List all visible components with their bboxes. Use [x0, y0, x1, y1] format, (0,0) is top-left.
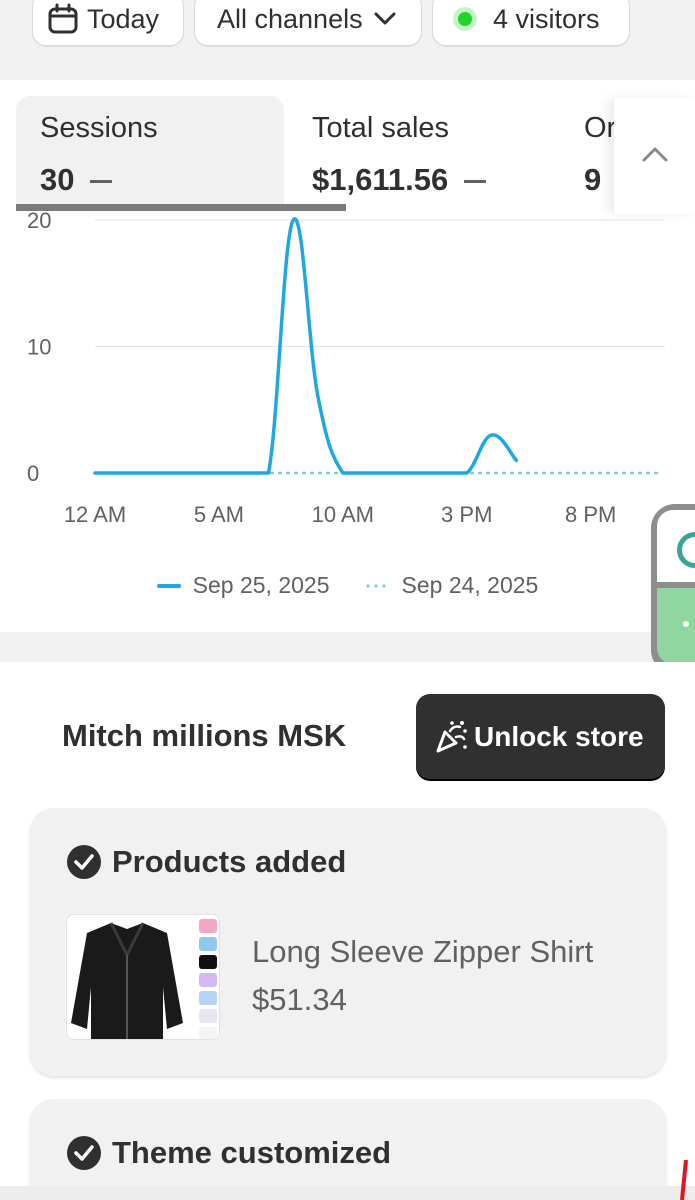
checkmark-circle-icon	[66, 1135, 102, 1171]
y-tick-label: 10	[27, 335, 51, 360]
x-tick-label: 12 AM	[64, 502, 126, 527]
task-title: Theme customized	[112, 1135, 392, 1170]
calendar-icon	[47, 3, 79, 35]
x-tick-label: 5 AM	[194, 502, 244, 527]
legend-item-previous: Sep 24, 2025	[363, 572, 539, 599]
party-popper-icon	[432, 719, 468, 755]
date-filter-label: Today	[87, 3, 160, 34]
widget-logo-icon	[657, 510, 695, 582]
chevron-down-icon	[373, 11, 397, 27]
task-title-row: Products added	[66, 844, 346, 880]
live-visitors-label: 4 visitors	[493, 3, 600, 34]
setup-task-products[interactable]: Products added Long Sleeve Zipper Shirt …	[30, 808, 666, 1076]
legend-dotted-line-icon	[363, 583, 390, 588]
product-price: $51.34	[252, 982, 347, 1017]
y-tick-label: 20	[27, 208, 51, 233]
product-image[interactable]	[66, 914, 220, 1040]
x-tick-label: 10 AM	[312, 502, 374, 527]
x-tick-label: 3 PM	[441, 502, 492, 527]
widget-more-icon	[657, 588, 695, 664]
legend-item-current: Sep 25, 2025	[156, 572, 330, 599]
filter-bar: Today All channels 4 visitors	[0, 0, 695, 80]
annotation-mark-icon	[680, 1160, 688, 1200]
series-line-current	[93, 217, 519, 475]
floating-chat-widget[interactable]	[651, 504, 695, 674]
task-title: Products added	[112, 844, 347, 879]
unlock-store-button[interactable]: Unlock store	[416, 694, 665, 779]
task-title-row: Theme customized	[66, 1135, 391, 1171]
setup-card: Mitch millions MSK Unlock store Products…	[0, 662, 695, 1200]
channel-filter-dropdown[interactable]: All channels	[194, 0, 422, 46]
sessions-line-chart: 0 10 20 12 AM 5 AM 10 AM 3 PM 8 PM	[27, 208, 665, 527]
analytics-card: Sessions 30 Total sales $1,611.56 Orders…	[0, 80, 695, 674]
date-filter-button[interactable]: Today	[32, 0, 184, 46]
legend-solid-line-icon	[156, 583, 181, 588]
bottom-edge	[0, 1186, 695, 1200]
chart-legend: Sep 25, 2025 Sep 24, 2025	[0, 572, 695, 599]
channel-filter-label: All channels	[217, 3, 363, 34]
x-tick-label: 8 PM	[565, 502, 616, 527]
store-name: Mitch millions MSK	[62, 718, 347, 753]
live-status-dot-icon	[453, 7, 477, 31]
setup-task-theme[interactable]: Theme customized	[30, 1099, 666, 1200]
product-name[interactable]: Long Sleeve Zipper Shirt	[252, 934, 593, 970]
live-visitors-button[interactable]: 4 visitors	[432, 0, 630, 46]
y-tick-label: 0	[27, 461, 39, 486]
legend-label-previous: Sep 24, 2025	[401, 572, 539, 598]
unlock-store-label: Unlock store	[474, 720, 644, 752]
checkmark-circle-icon	[66, 844, 102, 880]
legend-label-current: Sep 25, 2025	[192, 572, 330, 598]
